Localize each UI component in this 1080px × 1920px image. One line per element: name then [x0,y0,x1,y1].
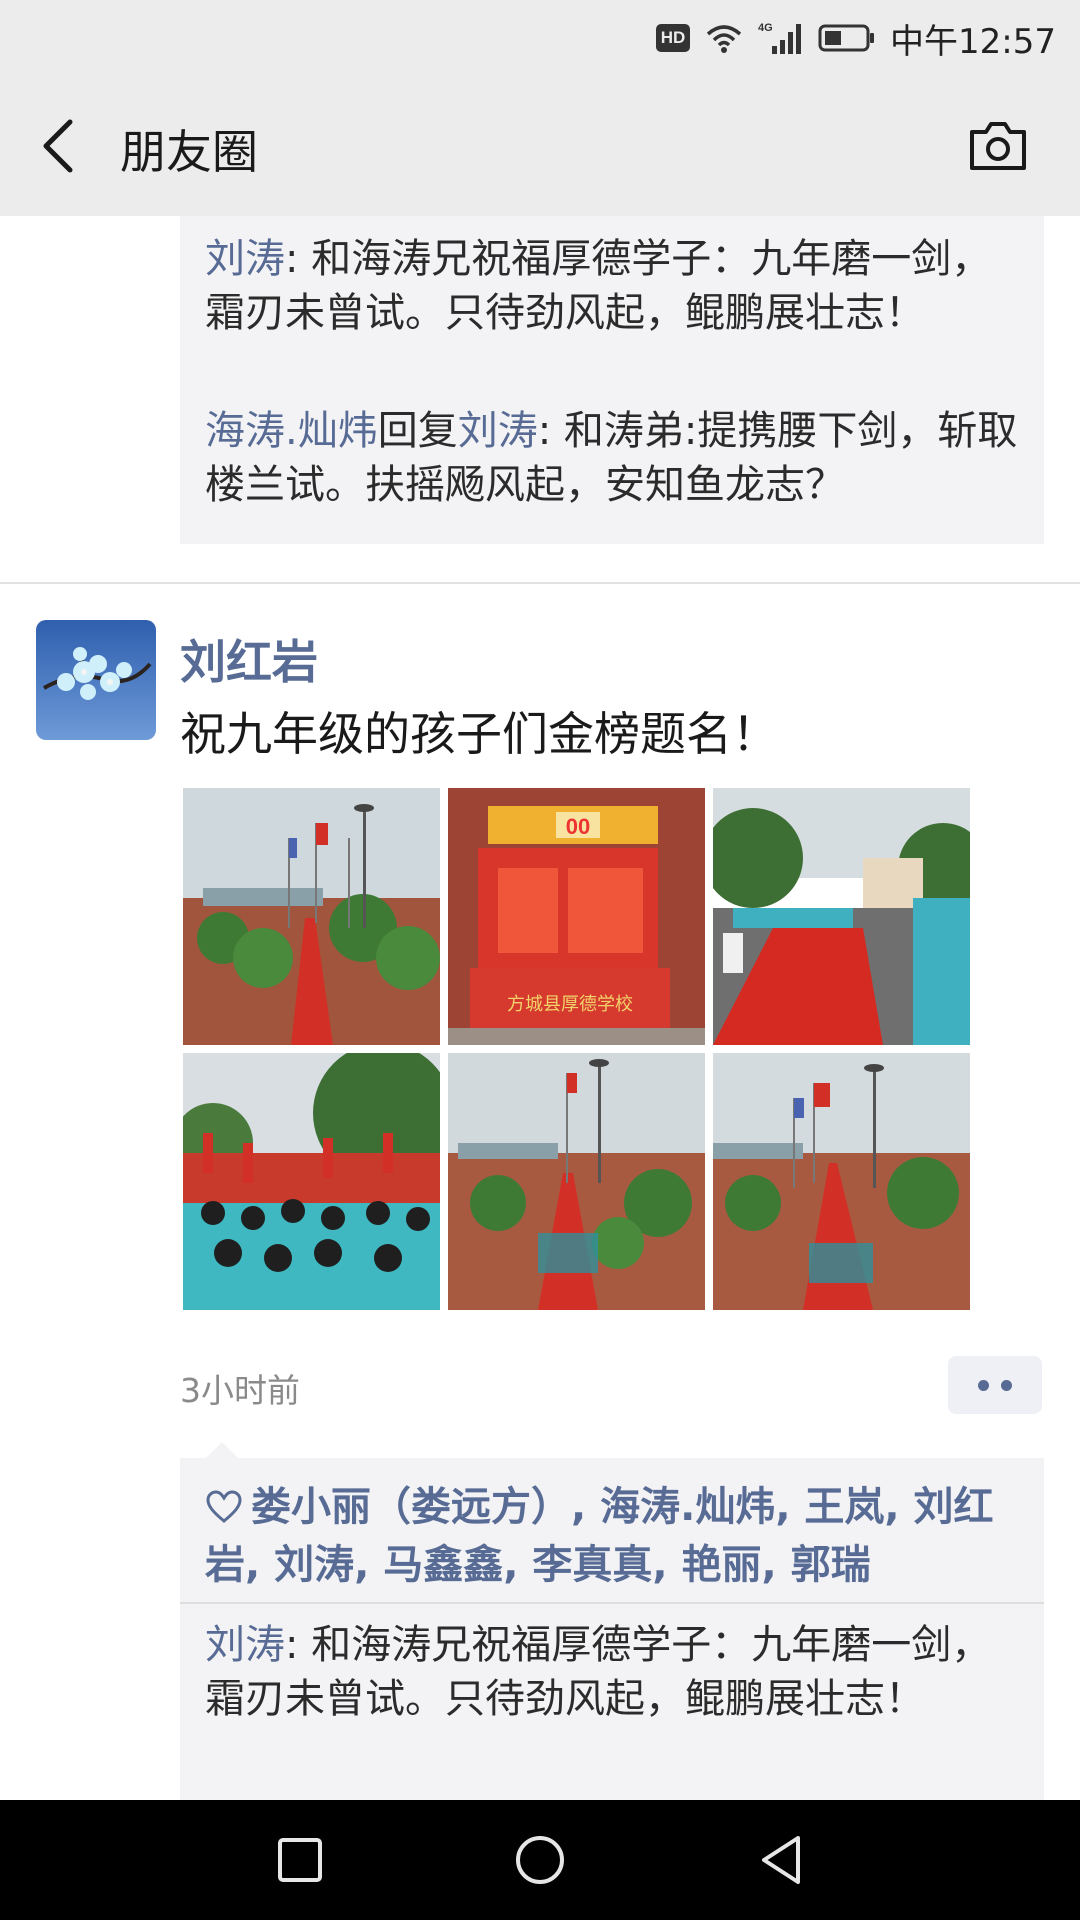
hd-icon: HD [656,24,691,52]
page-title: 朋友圈 [120,125,258,179]
wifi-icon [704,22,744,54]
comment-text: : 和海涛兄祝福厚德学子：九年磨一剑，霜刃未曾试。只待劲风起，鲲鹏展壮志！ [205,1622,992,1722]
comment-item[interactable]: 刘涛: 和海涛兄祝福厚德学子：九年磨一剑，霜刃未曾试。只待劲风起，鲲鹏展壮志！ [205,1618,1025,1726]
like-divider [180,1602,1044,1604]
comment-author[interactable]: 刘涛 [205,236,285,282]
photo-thumbnail[interactable] [713,788,970,1045]
more-dot-icon [1001,1379,1012,1391]
photo-thumbnail[interactable] [183,1053,440,1310]
triangle-back-icon [762,1836,800,1884]
avatar[interactable] [36,620,156,740]
comment-author[interactable]: 刘涛 [205,1622,285,1668]
photo-thumbnail[interactable] [713,1053,970,1310]
comment-text: : 和海涛兄祝福厚德学子：九年磨一剑，霜刃未曾试。只待劲风起，鲲鹏展壮志！ [205,236,992,336]
comment-item[interactable]: 刘涛: 和海涛兄祝福厚德学子：九年磨一剑，霜刃未曾试。只待劲风起，鲲鹏展壮志！ [205,232,1025,340]
photo-grid: 00 方城县厚德学校 [183,788,972,1310]
status-time: 中午12:57 [890,21,1056,62]
photo-thumbnail[interactable]: 00 方城县厚德学校 [448,788,705,1045]
more-dot-icon [978,1379,989,1391]
recents-button[interactable] [270,1830,330,1890]
system-nav-bar [0,1800,1080,1920]
school-name-text: 方城县厚德学校 [507,994,633,1015]
status-bar: HD 4G 中午12:57 [0,0,1080,76]
camera-button[interactable] [966,116,1030,176]
signal-4g-icon: 4G [758,20,804,56]
battery-icon [818,23,876,53]
post-timestamp: 3小时前 [180,1371,300,1410]
likes-list[interactable]: 娄小丽（娄远方）, 海涛.灿炜, 王岚, 刘红岩, 刘涛, 马鑫鑫, 李真真, … [205,1480,1025,1592]
comment-item[interactable]: 海涛.灿炜回复刘涛: 和涛弟:提携腰下剑，斩取楼兰试。扶摇飏风起，安知鱼龙志？ [205,404,1025,512]
camera-icon [970,122,1026,170]
comment-author[interactable]: 海涛.灿炜 [205,408,378,454]
likes-comments-box: 娄小丽（娄远方）, 海涛.灿炜, 王岚, 刘红岩, 刘涛, 马鑫鑫, 李真真, … [180,1458,1044,1800]
network-label: 4G [758,22,773,34]
photo-thumbnail[interactable] [448,1053,705,1310]
post-divider [0,582,1080,584]
comment-box: 刘涛: 和海涛兄祝福厚德学子：九年磨一剑，霜刃未曾试。只待劲风起，鲲鹏展壮志！ … [180,216,1044,544]
back-button[interactable] [36,114,84,178]
chevron-left-icon [43,119,73,173]
back-nav-button[interactable] [752,1830,812,1890]
reply-to-user[interactable]: 刘涛 [458,408,538,454]
nav-bar: 朋友圈 [0,76,1080,216]
likes-names[interactable]: 娄小丽（娄远方）, 海涛.灿炜, 王岚, 刘红岩, 刘涛, 马鑫鑫, 李真真, … [205,1484,994,1588]
more-actions-button[interactable] [948,1356,1042,1414]
reply-word: 回复 [377,408,458,454]
square-icon [278,1838,322,1882]
countdown-text: 00 [566,814,590,839]
post-author-name[interactable]: 刘红岩 [180,626,318,692]
heart-icon [205,1484,243,1538]
photo-thumbnail[interactable] [183,788,440,1045]
home-button[interactable] [510,1830,570,1890]
circle-icon [516,1836,564,1884]
post-text: 祝九年级的孩子们金榜题名！ [180,707,778,761]
like-box-arrow [206,1442,238,1458]
